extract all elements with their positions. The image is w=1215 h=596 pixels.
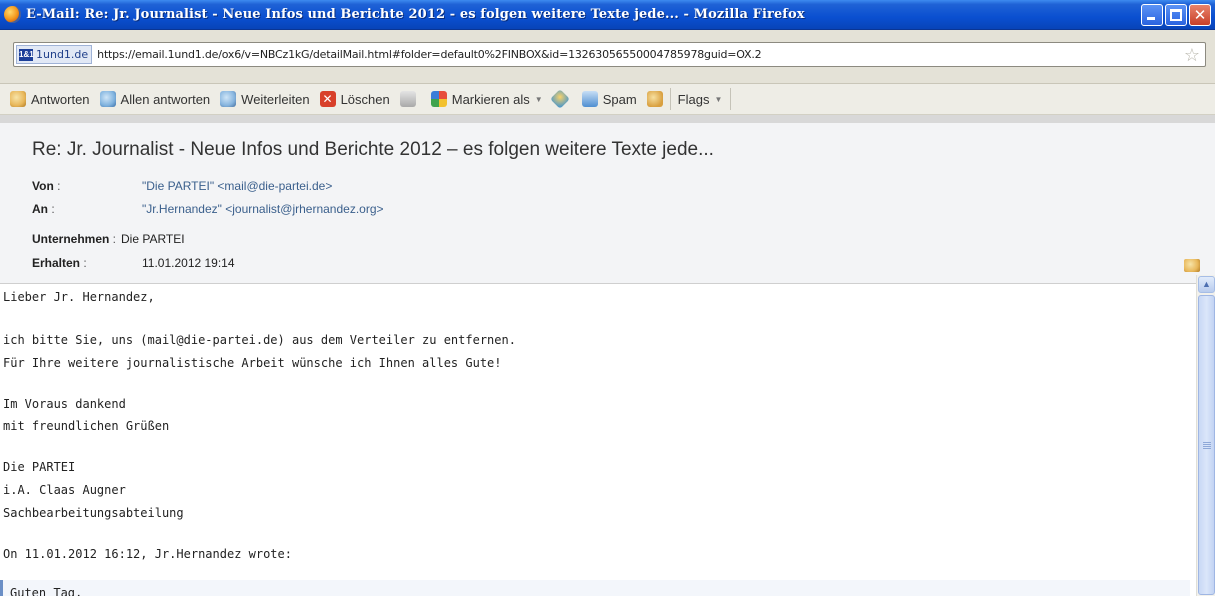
- scrollbar-thumb[interactable]: [1198, 295, 1215, 595]
- body-line: mit freundlichen Grüßen: [3, 419, 170, 433]
- scroll-up-button[interactable]: ▲: [1198, 276, 1215, 293]
- chevron-down-icon: ▼: [534, 94, 543, 104]
- reply-icon: [10, 91, 26, 107]
- mark-as-label: Markieren als: [451, 91, 530, 107]
- to-row: An : "Jr.Hernandez" <journalist@jrhernan…: [32, 199, 384, 219]
- mark-as-icon: [430, 91, 447, 107]
- close-icon: ✕: [1193, 6, 1207, 24]
- site-favicon-icon: 1&1: [19, 48, 34, 61]
- body-line: Im Voraus dankend: [3, 397, 126, 411]
- minimize-icon: [1147, 17, 1155, 20]
- received-value: 11.01.2012 19:14: [142, 256, 235, 270]
- mail-toolbar: Antworten Allen antworten Weiterleiten ✕…: [0, 84, 1215, 115]
- forward-label: Weiterleiten: [241, 91, 310, 107]
- body-line: ich bitte Sie, uns (mail@die-partei.de) …: [3, 333, 516, 347]
- tag-button[interactable]: [549, 87, 578, 111]
- envelope-icon[interactable]: [1184, 259, 1200, 272]
- window-title-bar[interactable]: E-Mail: Re: Jr. Journalist - Neue Infos …: [0, 0, 1215, 30]
- reply-all-button[interactable]: Allen antworten: [96, 87, 217, 111]
- from-row: Von : "Die PARTEI" <mail@die-partei.de>: [32, 176, 332, 196]
- body-line: Sachbearbeitungsabteilung: [3, 506, 184, 520]
- body-line: On 11.01.2012 16:12, Jr.Hernandez wrote:: [3, 547, 292, 561]
- maximize-button[interactable]: [1165, 4, 1187, 26]
- spam-label: Spam: [602, 91, 637, 107]
- reply-all-label: Allen antworten: [120, 91, 211, 107]
- flags-dropdown[interactable]: Flags ▼: [643, 87, 729, 111]
- mark-as-dropdown[interactable]: Markieren als ▼: [427, 87, 549, 111]
- to-value[interactable]: "Jr.Hernandez" <journalist@jrhernandez.o…: [142, 202, 384, 216]
- body-line: Für Ihre weitere journalistische Arbeit …: [3, 356, 502, 370]
- grip-icon: [1203, 442, 1211, 450]
- body-line: Lieber Jr. Hernandez,: [3, 290, 155, 304]
- quoted-line: Guten Tag,: [10, 586, 83, 596]
- close-button[interactable]: ✕: [1189, 4, 1211, 26]
- company-label: Unternehmen :: [32, 232, 117, 246]
- message-body: Lieber Jr. Hernandez, ich bitte Sie, uns…: [0, 283, 1196, 596]
- maximize-icon: [1170, 9, 1182, 21]
- to-label: An :: [32, 202, 55, 216]
- toolbar-separator: [669, 88, 671, 110]
- firefox-logo-icon: [4, 6, 21, 23]
- message-header: Re: Jr. Journalist - Neue Infos und Beri…: [0, 115, 1215, 283]
- site-name: 1und1.de: [36, 48, 89, 61]
- quoted-text-block: Guten Tag,: [0, 580, 1190, 596]
- company-value: Die PARTEI: [121, 232, 185, 246]
- from-value[interactable]: "Die PARTEI" <mail@die-partei.de>: [142, 179, 332, 193]
- received-row: Erhalten : 11.01.2012 19:14: [32, 253, 235, 273]
- body-line: i.A. Claas Augner: [3, 483, 126, 497]
- body-line: Die PARTEI: [3, 460, 76, 474]
- url-text[interactable]: https://email.1und1.de/ox6/v=NBCz1kG/det…: [97, 48, 761, 61]
- flags-icon: [646, 91, 663, 107]
- message-subject: Re: Jr. Journalist - Neue Infos und Beri…: [32, 139, 714, 160]
- company-row: Unternehmen : Die PARTEI: [32, 229, 185, 249]
- address-row: 1&1 1und1.de https://email.1und1.de/ox6/…: [0, 30, 1215, 84]
- from-label: Von :: [32, 179, 61, 193]
- spam-icon: [581, 91, 598, 107]
- received-label: Erhalten :: [32, 256, 87, 270]
- site-identity-badge[interactable]: 1&1 1und1.de: [16, 45, 93, 64]
- bookmark-star-icon[interactable]: ☆: [1184, 44, 1200, 66]
- spam-button[interactable]: Spam: [578, 87, 643, 111]
- address-bar[interactable]: 1&1 1und1.de https://email.1und1.de/ox6/…: [13, 42, 1206, 67]
- toolbar-separator: [730, 88, 732, 110]
- forward-icon: [220, 91, 237, 107]
- flags-label: Flags: [677, 91, 710, 107]
- forward-button[interactable]: Weiterleiten: [216, 87, 315, 111]
- delete-icon: ✕: [319, 91, 336, 107]
- reply-button[interactable]: Antworten: [6, 87, 96, 111]
- window-controls: ✕: [1141, 4, 1211, 26]
- delete-button[interactable]: ✕ Löschen: [316, 87, 396, 111]
- minimize-button[interactable]: [1141, 4, 1163, 26]
- print-button[interactable]: [396, 87, 427, 111]
- tag-icon: [549, 89, 570, 109]
- delete-label: Löschen: [340, 91, 390, 107]
- reply-label: Antworten: [31, 91, 90, 107]
- print-icon: [399, 91, 416, 107]
- window-title: E-Mail: Re: Jr. Journalist - Neue Infos …: [26, 7, 805, 22]
- vertical-scrollbar[interactable]: ▲: [1196, 275, 1215, 596]
- chevron-down-icon: ▼: [714, 94, 723, 104]
- reply-all-icon: [99, 91, 116, 107]
